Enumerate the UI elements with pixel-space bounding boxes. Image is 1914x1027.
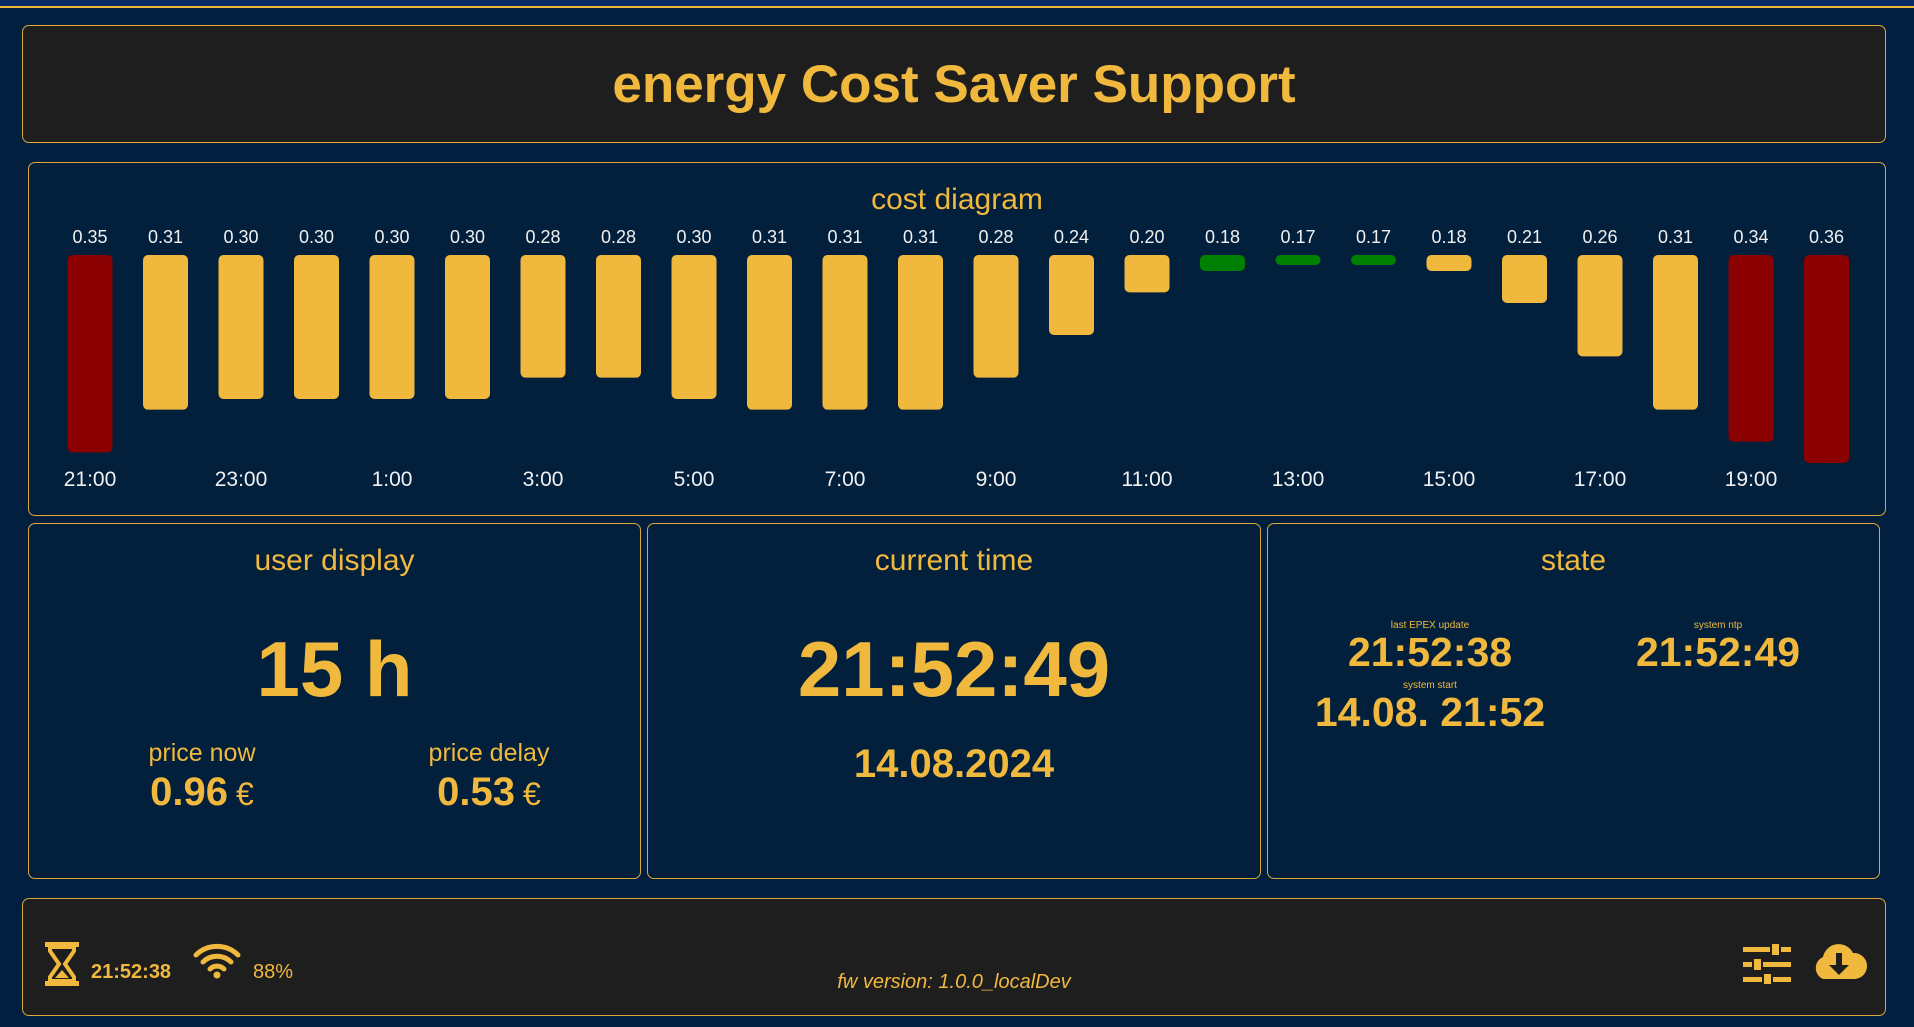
cost-bar — [596, 255, 641, 378]
bar-value-label: 0.36 — [1809, 227, 1844, 247]
x-tick-label: 9:00 — [976, 468, 1017, 491]
cost-bar — [520, 255, 566, 378]
current-time-title: current time — [874, 544, 1034, 577]
price-delay-value-row: 0.53 € — [369, 770, 609, 815]
bar-value-label: 0.17 — [1280, 227, 1315, 247]
x-tick-label: 21:00 — [64, 468, 117, 491]
cost-diagram-chart: 0.35 0.31 0.30 0.30 0.30 0.30 0.28 0.28 0.30 0.31… — [64, 227, 1849, 491]
cost-bar — [1351, 255, 1396, 265]
price-now-block: price now 0.96 € — [82, 739, 322, 815]
cost-bar — [445, 255, 490, 399]
x-tick-label: 11:00 — [1122, 468, 1173, 491]
bar-value-label: 0.30 — [450, 227, 485, 247]
bar-value-label: 0.31 — [148, 227, 183, 247]
cost-bar — [822, 255, 868, 410]
cost-bar — [1200, 255, 1245, 271]
bar-value-label: 0.28 — [525, 227, 560, 247]
footer-panel: 21:52:38 88% fw version: 1.0.0_localDev — [22, 898, 1886, 1016]
bar-value-label: 0.30 — [299, 227, 334, 247]
bar-value-label: 0.31 — [903, 227, 938, 247]
price-now-label: price now — [148, 739, 256, 767]
system-start: system start 14.08. 21:52 — [1280, 680, 1580, 733]
x-tick-label: 23:00 — [215, 468, 268, 491]
cost-bar — [1275, 255, 1321, 265]
x-tick-label: 7:00 — [825, 468, 866, 491]
page-title: energy Cost Saver Support — [612, 55, 1296, 114]
bar-value-label: 0.28 — [601, 227, 636, 247]
bar-value-label: 0.35 — [72, 227, 107, 247]
cloud-download-icon[interactable] — [1809, 939, 1869, 990]
price-delay-block: price delay 0.53 € — [369, 739, 609, 815]
cost-bar — [1804, 255, 1849, 463]
last-epex-value: 21:52:38 — [1347, 629, 1513, 675]
bar-value-label: 0.21 — [1507, 227, 1542, 247]
x-tick-label: 3:00 — [523, 468, 564, 491]
cost-bar — [747, 255, 792, 410]
date-value: 14.08.2024 — [853, 742, 1055, 786]
state-title: state — [1540, 544, 1607, 577]
current-time-panel: current time 21:52:49 14.08.2024 — [647, 523, 1261, 879]
bar-value-label: 0.18 — [1205, 227, 1240, 247]
bar-value-label: 0.34 — [1733, 227, 1768, 247]
firmware-version: fw version: 1.0.0_localDev — [837, 971, 1071, 993]
x-tick-label: 15:00 — [1423, 468, 1476, 491]
bar-value-label: 0.18 — [1431, 227, 1466, 247]
cost-bar — [369, 255, 415, 399]
bar-value-label: 0.30 — [676, 227, 711, 247]
cost-bar — [1049, 255, 1094, 335]
x-tick-label: 5:00 — [674, 468, 715, 491]
cost-bar — [1577, 255, 1623, 357]
cost-bar — [1426, 255, 1472, 271]
price-delay-value: 0.53 — [437, 770, 516, 814]
bar-value-label: 0.20 — [1129, 227, 1164, 247]
user-display-panel: user display 15 h price now 0.96 € price … — [28, 523, 641, 879]
cost-bar — [671, 255, 717, 399]
bar-value-label: 0.30 — [223, 227, 258, 247]
top-accent-line — [0, 0, 1914, 8]
x-tick-label: 13:00 — [1272, 468, 1325, 491]
price-delay-label: price delay — [428, 739, 550, 767]
cost-bar — [294, 255, 339, 399]
system-ntp-value: 21:52:49 — [1635, 629, 1801, 675]
price-delay-currency: € — [523, 776, 541, 812]
x-tick-label: 19:00 — [1725, 468, 1778, 491]
price-now-currency: € — [236, 776, 254, 812]
state-panel: state last EPEX update 21:52:38 system n… — [1267, 523, 1880, 879]
cost-bar — [1124, 255, 1170, 293]
header-panel: energy Cost Saver Support — [22, 25, 1886, 143]
cost-bar — [973, 255, 1019, 378]
cost-diagram-panel: cost diagram 0.35 0.31 0.30 0.30 0.30 0.30 0.2… — [28, 162, 1886, 516]
bar-value-label: 0.30 — [374, 227, 409, 247]
bar-value-label: 0.24 — [1054, 227, 1089, 247]
bar-value-label: 0.31 — [1658, 227, 1693, 247]
cost-bar — [898, 255, 943, 410]
clock-value: 21:52:49 — [797, 625, 1111, 713]
cost-bar — [67, 255, 113, 453]
system-start-value: 14.08. 21:52 — [1314, 689, 1546, 735]
last-epex-update: last EPEX update 21:52:38 — [1280, 620, 1580, 673]
cost-bar — [1728, 255, 1774, 442]
bar-value-label: 0.17 — [1356, 227, 1391, 247]
user-display-title: user display — [254, 544, 415, 577]
bar-value-label: 0.28 — [978, 227, 1013, 247]
x-tick-label: 17:00 — [1574, 468, 1627, 491]
price-now-value-row: 0.96 € — [82, 770, 322, 815]
cost-bar — [1653, 255, 1698, 410]
x-tick-label: 1:00 — [372, 468, 413, 491]
bar-value-label: 0.26 — [1582, 227, 1617, 247]
cost-bar — [1502, 255, 1547, 303]
user-hours-value: 15 h — [256, 625, 413, 713]
bar-value-label: 0.31 — [827, 227, 862, 247]
price-now-value: 0.96 — [150, 770, 229, 814]
system-ntp: system ntp 21:52:49 — [1568, 620, 1868, 673]
sliders-icon[interactable] — [1743, 942, 1791, 990]
cost-bar — [143, 255, 188, 410]
cost-bar — [218, 255, 264, 399]
bar-value-label: 0.31 — [752, 227, 787, 247]
